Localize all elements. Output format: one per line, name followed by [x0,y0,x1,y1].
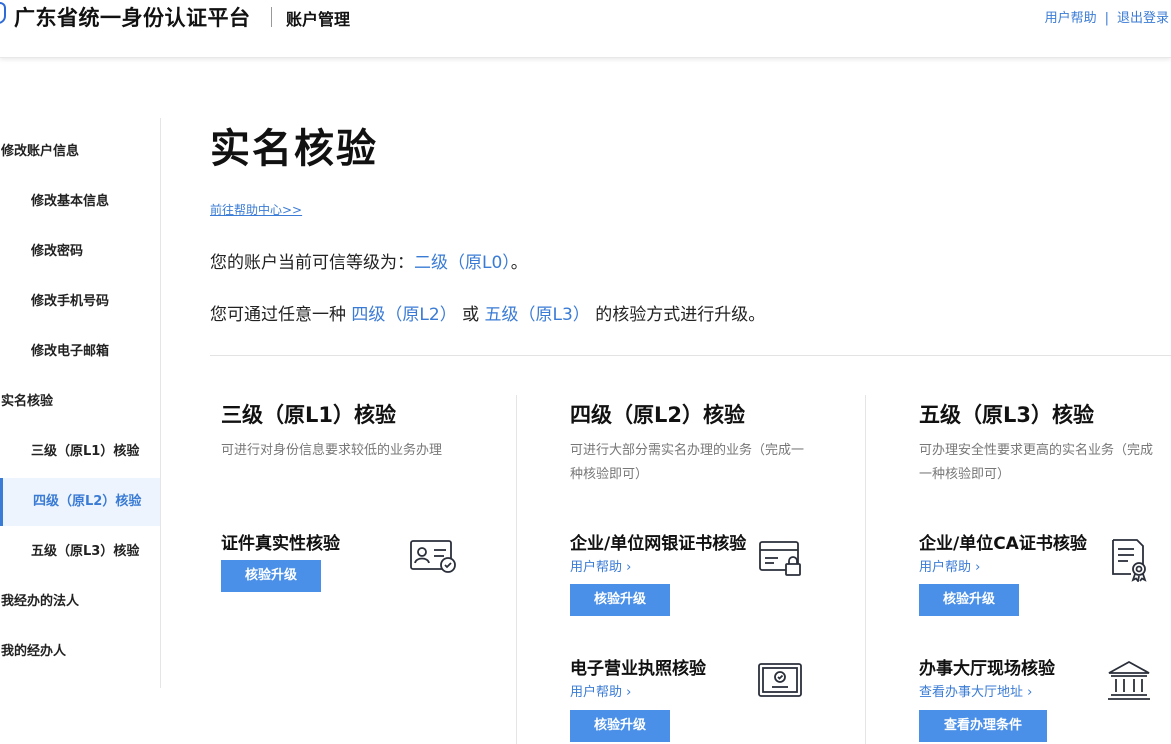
upgrade-or: 或 [456,305,485,325]
sidebar-item-edit-password[interactable]: 修改密码 [0,228,160,276]
sidebar-nav: 修改账户信息 修改基本信息 修改密码 修改手机号码 修改电子邮箱 实名核验 三级… [0,118,161,688]
card-level5-title: 五级（原L3）核验 [919,403,1094,427]
sidebar-item-level4[interactable]: 四级（原L2）核验 [0,478,160,526]
upgrade-level4: 四级（原L2） [351,305,457,325]
sidebar-item-level5[interactable]: 五级（原L3）核验 [0,528,160,576]
view-conditions-button[interactable]: 查看办理条件 [919,710,1047,742]
help-center-link[interactable]: 前往帮助中心>> [210,201,302,218]
e-license-help-link[interactable]: 用户帮助 › [570,681,631,700]
method-hall-verification-name: 办事大厅现场核验 [919,659,1055,679]
level-prefix: 您的账户当前可信等级为： [210,253,414,273]
upgrade-prefix: 您可通过任意一种 [210,305,352,325]
header-separator: | [1104,11,1109,26]
sidebar-item-edit-basic-info[interactable]: 修改基本信息 [0,178,160,226]
card-level4-desc: 可进行大部分需实名办理的业务（完成一种核验即可） [570,443,805,482]
method-bank-cert-name: 企业/单位网银证书核验 [570,534,747,554]
column-divider [516,395,517,744]
section-divider [210,355,1171,356]
sidebar-item-level3[interactable]: 三级（原L1）核验 [0,428,160,476]
logout-link[interactable]: 退出登录 [1117,11,1169,26]
bank-card-lock-icon [758,540,804,578]
current-level-value: 二级（原L0） [414,253,511,273]
e-license-upgrade-button[interactable]: 核验升级 [570,710,670,742]
upgrade-level5: 五级（原L3） [484,305,590,325]
column-divider [865,395,866,744]
upgrade-hint-text: 您可通过任意一种 四级（原L2） 或 五级（原L3） 的核验方式进行升级。 [210,300,765,325]
card-level4-title: 四级（原L2）核验 [570,403,745,427]
sidebar-item-edit-email[interactable]: 修改电子邮箱 [0,328,160,376]
title-divider [271,7,272,27]
user-help-link[interactable]: 用户帮助 [1045,11,1097,26]
card-level3-title: 三级（原L1）核验 [221,403,396,427]
site-title: 广东省统一身份认证平台 [14,6,251,30]
id-verification-upgrade-button[interactable]: 核验升级 [221,560,321,592]
logo-icon [0,2,6,24]
method-id-verification-name: 证件真实性核验 [221,534,340,554]
sidebar-item-my-agents[interactable]: 我的经办人 [0,628,160,676]
method-ca-cert-name: 企业/单位CA证书核验 [919,534,1087,554]
card-level5-desc: 可办理安全性要求更高的实名业务（完成一种核验即可） [919,443,1154,482]
hall-address-link[interactable]: 查看办事大厅地址 › [919,681,1032,700]
ca-cert-help-link[interactable]: 用户帮助 › [919,556,980,575]
upgrade-suffix: 的核验方式进行升级。 [589,305,766,325]
header-links: 用户帮助 | 退出登录 [1045,7,1169,26]
section-title: 账户管理 [286,10,351,29]
current-level-text: 您的账户当前可信等级为：二级（原L0）。 [210,248,528,273]
sidebar-item-my-legal-entities[interactable]: 我经办的法人 [0,578,160,626]
id-card-icon [410,538,458,574]
certificate-icon [1110,538,1150,582]
card-level3-desc: 可进行对身份信息要求较低的业务办理 [221,443,443,458]
sidebar-item-edit-account[interactable]: 修改账户信息 [0,128,160,176]
sidebar-item-real-name[interactable]: 实名核验 [0,378,160,426]
bank-cert-help-link[interactable]: 用户帮助 › [570,556,631,575]
ca-cert-upgrade-button[interactable]: 核验升级 [919,584,1019,616]
government-hall-icon [1106,660,1152,702]
method-e-license-name: 电子营业执照核验 [570,659,706,679]
page-title: 实名核验 [210,126,378,172]
sidebar-item-edit-phone[interactable]: 修改手机号码 [0,278,160,326]
business-license-icon [758,662,804,700]
top-header: 广东省统一身份认证平台 账户管理 用户帮助 | 退出登录 [0,0,1171,58]
bank-cert-upgrade-button[interactable]: 核验升级 [570,584,670,616]
level-suffix: 。 [510,253,528,273]
